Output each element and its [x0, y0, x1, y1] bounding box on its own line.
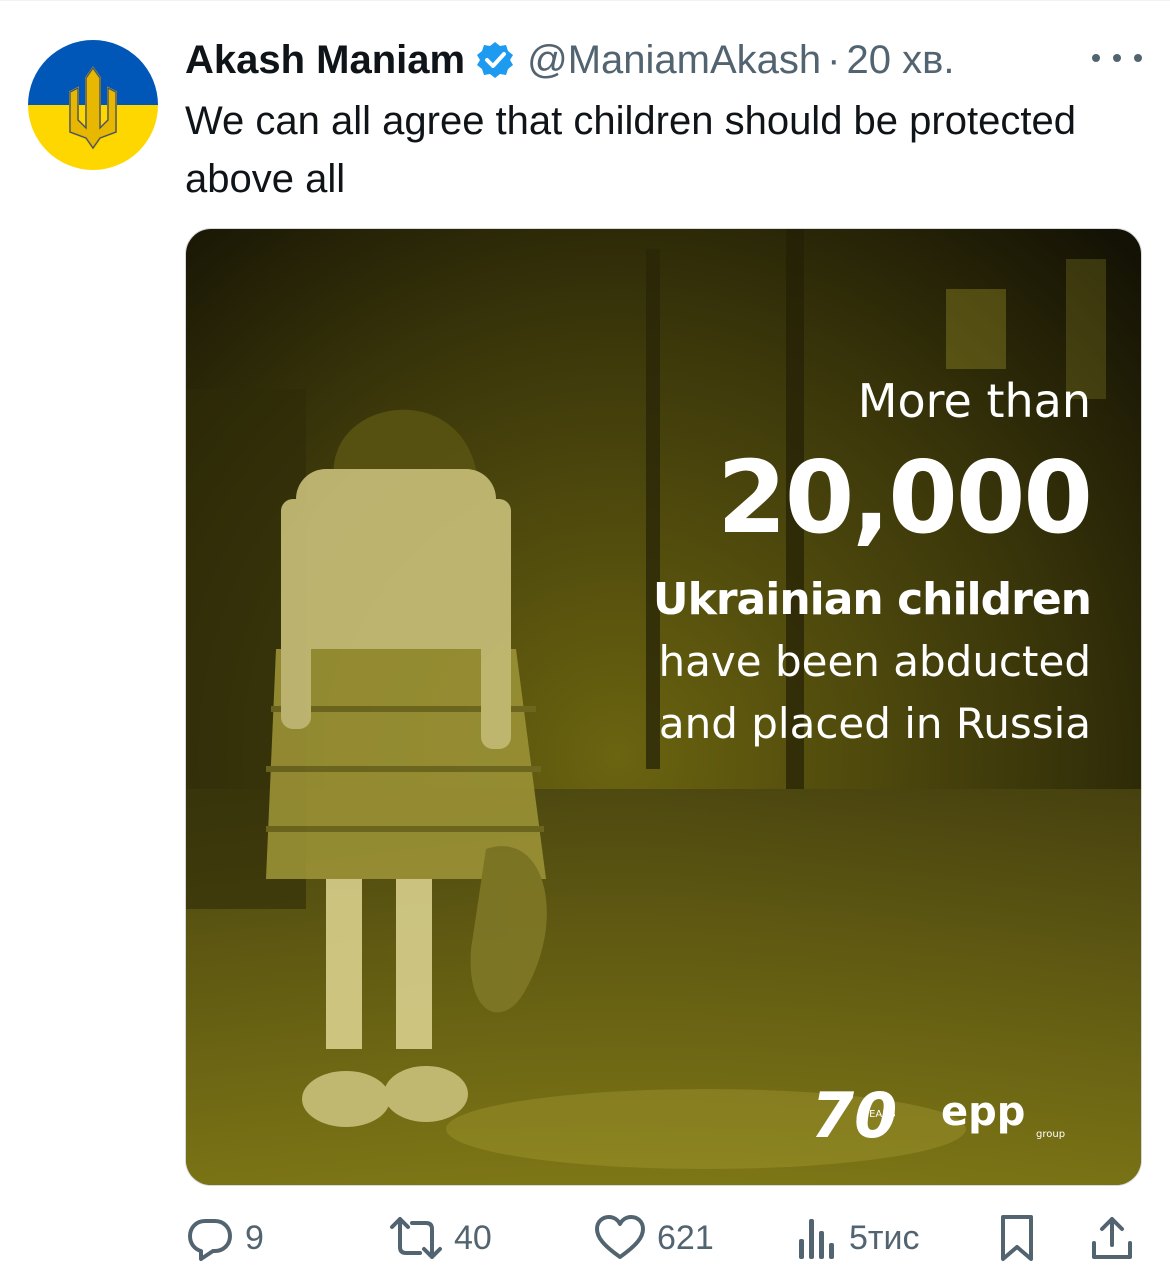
share-icon: [1092, 1217, 1132, 1259]
ukraine-trident-icon: [28, 40, 158, 170]
reply-button[interactable]: 9: [185, 1208, 264, 1268]
bookmark-icon: [1001, 1215, 1033, 1261]
separator-dot: ·: [827, 37, 841, 82]
more-dots-icon[interactable]: [1092, 38, 1142, 78]
views-button[interactable]: 5тис: [795, 1208, 919, 1268]
tweet-actions: 9 40 621 5тис: [185, 1208, 1140, 1268]
verified-badge-icon[interactable]: [475, 40, 515, 80]
views-chart-icon: [799, 1219, 834, 1259]
timestamp[interactable]: 20 хв.: [846, 38, 954, 83]
headline-line-5: and placed in Russia: [658, 699, 1091, 748]
tweet-text: We can all agree that children should be…: [185, 99, 1076, 201]
retweet-button[interactable]: 40: [388, 1208, 492, 1268]
seventy-years-logo: 70 YEARS: [811, 1079, 898, 1152]
heart-icon: [595, 1215, 645, 1259]
tweet-image[interactable]: More than 20,000 Ukrainian children have…: [185, 228, 1142, 1186]
views-count: 5тис: [849, 1218, 920, 1257]
tweet-header: Akash Maniam @ManiamAkash · 20 хв.: [185, 30, 954, 90]
share-button[interactable]: [1090, 1208, 1134, 1268]
epp-logo: epp group: [941, 1089, 1066, 1140]
retweet-count: 40: [454, 1218, 492, 1257]
reply-count: 9: [245, 1218, 264, 1257]
author-handle[interactable]: @ManiamAkash: [527, 38, 821, 83]
headline-line-1: More than: [857, 374, 1091, 428]
headline-line-3: Ukrainian children: [652, 574, 1092, 625]
avatar[interactable]: [28, 40, 158, 170]
like-count: 621: [657, 1218, 714, 1257]
reply-icon: [188, 1219, 232, 1261]
bookmark-button[interactable]: [995, 1208, 1039, 1268]
top-divider: [0, 0, 1170, 1]
author-name[interactable]: Akash Maniam: [185, 38, 465, 83]
headline-line-4: have been abducted: [658, 637, 1091, 686]
retweet-icon: [390, 1217, 442, 1259]
headline-number: 20,000: [717, 439, 1093, 556]
like-button[interactable]: 621: [593, 1208, 714, 1268]
